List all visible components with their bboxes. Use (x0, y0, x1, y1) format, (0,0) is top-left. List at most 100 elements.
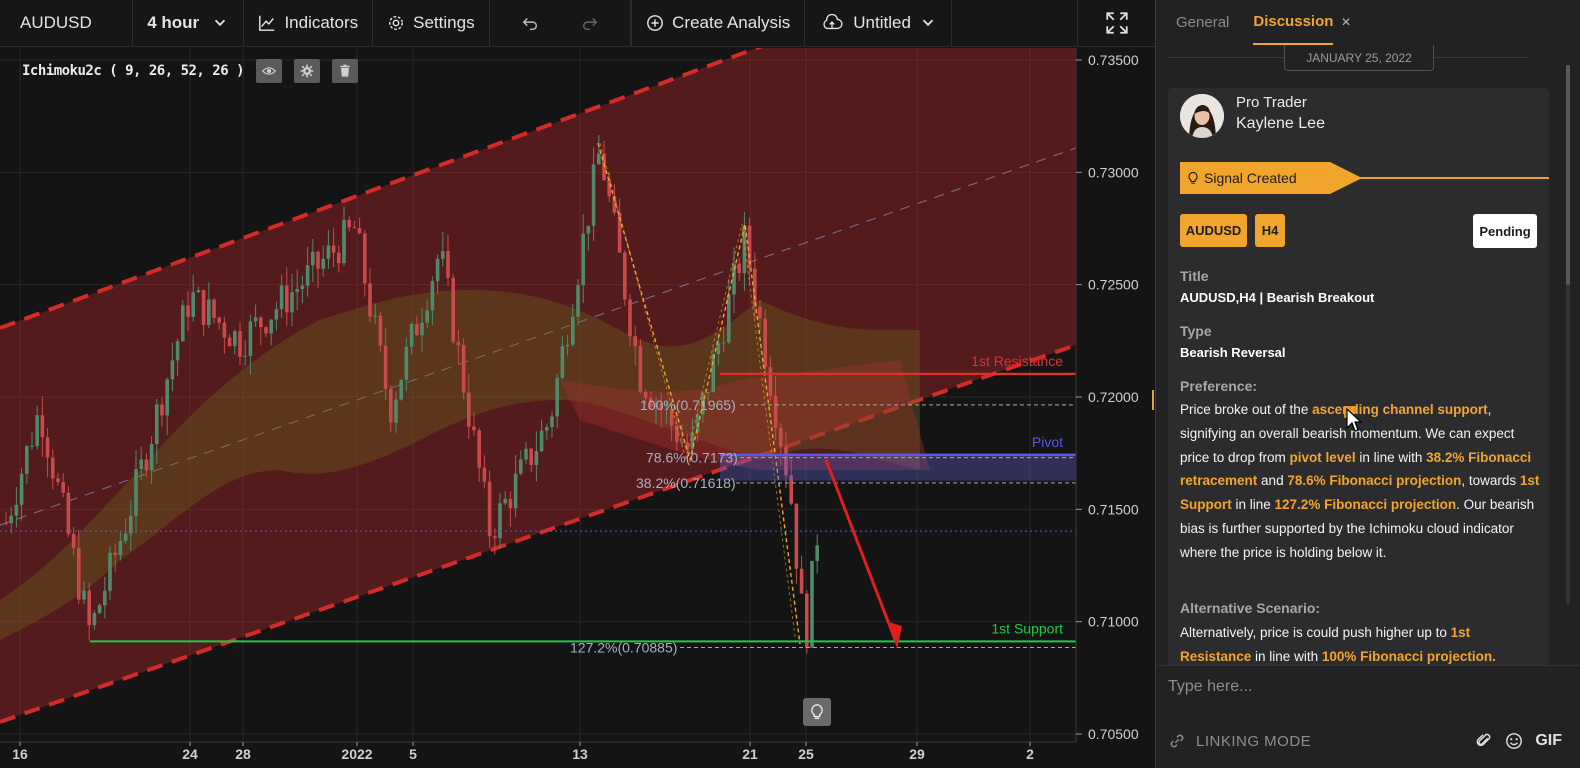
gif-button[interactable]: GIF (1535, 732, 1562, 750)
timeframe-chip[interactable]: H4 (1255, 214, 1285, 247)
composer-actions: GIF (1475, 732, 1562, 750)
candle-body (155, 404, 159, 445)
candle-body (300, 285, 305, 289)
redo-icon[interactable] (581, 14, 599, 32)
author-name: Kaylene Lee (1236, 115, 1325, 132)
create-analysis-button[interactable]: Create Analysis (631, 0, 806, 47)
candle-body (97, 605, 102, 614)
candle-body (498, 503, 502, 539)
candle-body (591, 164, 596, 226)
candle-body (30, 445, 34, 447)
candle-body (352, 227, 357, 229)
candle-body (113, 552, 117, 556)
candle-body (134, 469, 138, 516)
candle-body (51, 457, 55, 479)
candle-body (628, 299, 632, 337)
date-label: JANUARY 25, 2022 (1284, 45, 1434, 71)
highlight-link[interactable]: pivot level (1290, 450, 1356, 465)
gear-icon (389, 15, 404, 31)
indicator-visibility-button[interactable] (256, 59, 283, 83)
status-badge: Pending (1473, 214, 1537, 248)
candle-body (711, 354, 715, 393)
candle-body (191, 292, 195, 317)
candle-body (524, 448, 528, 460)
price-chart[interactable]: 1st Resistance0.72103Pivot0.717420.71403… (0, 48, 1155, 768)
settings-button[interactable]: Settings (373, 0, 490, 47)
lightbulb-icon (1188, 171, 1198, 184)
highlight-link[interactable]: 127.2% Fibonacci projection (1275, 497, 1457, 512)
candle-body (14, 504, 19, 516)
avatar-image (1180, 94, 1224, 138)
paperclip-icon[interactable] (1475, 732, 1493, 750)
undo-icon[interactable] (521, 14, 539, 32)
candle-body (467, 392, 471, 427)
tab-general[interactable]: General (1176, 0, 1229, 45)
candle-body (217, 317, 221, 323)
candle-body (763, 318, 767, 368)
candle-body (207, 299, 211, 326)
text-run: in line with (1251, 648, 1322, 664)
candle-body (383, 345, 388, 389)
time-axis-label: 25 (798, 746, 814, 762)
message-input[interactable] (1168, 672, 1528, 702)
candle-body (19, 473, 24, 505)
candle-body (435, 258, 440, 282)
candle-body (721, 342, 726, 344)
highlight-link[interactable]: ascending channel support (1312, 402, 1488, 417)
trash-icon (340, 64, 350, 77)
candle-body (675, 425, 679, 443)
thread-scrollbar[interactable] (1566, 65, 1570, 605)
highlight-link[interactable]: 100% Fibonacci projection. (1322, 649, 1496, 664)
interval-dropdown[interactable]: 4 hour (133, 0, 245, 47)
candle-body (753, 268, 757, 307)
candle-body (373, 315, 377, 317)
close-icon[interactable]: × (1341, 14, 1350, 32)
fib-label: 78.6%(0.7173) (646, 450, 738, 466)
link-icon (1170, 734, 1184, 748)
cloud-upload-icon (823, 14, 843, 30)
indicators-button[interactable]: Indicators (244, 0, 374, 47)
candle-body (357, 227, 362, 234)
indicator-settings-button[interactable] (294, 59, 321, 83)
linking-mode-toggle[interactable]: LINKING MODE (1168, 732, 1311, 750)
settings-label: Settings (413, 13, 475, 32)
lightbulb-icon (811, 704, 823, 719)
candle-body (597, 153, 601, 165)
candle-body (92, 613, 97, 626)
candle-body (737, 263, 741, 274)
signal-card: Pro Trader Kaylene Lee Signal Created AU… (1168, 88, 1549, 665)
candle-body (347, 219, 351, 228)
fib-label: 38.2%(0.71618) (636, 475, 736, 491)
signal-marker-button[interactable] (803, 698, 831, 726)
emoji-icon[interactable] (1505, 732, 1523, 750)
candle-body (139, 459, 143, 470)
time-axis-label: 29 (909, 746, 925, 762)
candle-body (560, 346, 565, 378)
candle-body (181, 305, 185, 342)
project-label: Untitled (853, 13, 911, 32)
candle-body (399, 379, 403, 400)
symbol-chip[interactable]: AUDUSD (1180, 214, 1247, 247)
candle-body (508, 498, 513, 509)
candle-body (259, 317, 263, 328)
candle-body (238, 331, 242, 357)
level-label: 1st Resistance (971, 353, 1063, 369)
candle-body (222, 322, 227, 338)
candle-body (768, 367, 773, 396)
tab-discussion[interactable]: Discussion (1253, 0, 1334, 45)
avatar[interactable] (1180, 94, 1224, 138)
symbol-selector[interactable]: AUDUSD (0, 0, 134, 47)
message-composer (1156, 665, 1580, 707)
highlight-link[interactable]: 78.6% Fibonacci projection (1287, 473, 1461, 488)
candle-body (529, 448, 533, 466)
candle-body (571, 316, 575, 345)
fib-label: 127.2%(0.70885) (570, 640, 677, 656)
fullscreen-button[interactable] (1077, 0, 1155, 47)
candle-body (326, 245, 331, 259)
discussion-panel: General Discussion × JANUARY 25, 2022 Pr… (1156, 0, 1580, 768)
candle-body (316, 251, 320, 269)
indicator-name: Ichimoku2c ( 9, 26, 52, 26 ) (22, 63, 245, 79)
indicator-delete-button[interactable] (332, 59, 359, 83)
text-run: in line (1231, 497, 1275, 513)
project-dropdown[interactable]: Untitled (805, 0, 952, 47)
